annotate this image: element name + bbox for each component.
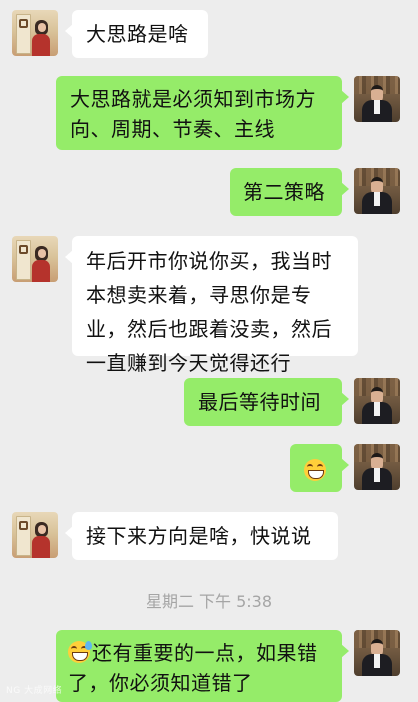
message-bubble[interactable]: 还有重要的一点，如果错了，你必须知道错了 [56, 630, 349, 702]
self-avatar[interactable] [354, 378, 400, 424]
message-text: 最后等待时间 [198, 390, 321, 414]
contact-avatar[interactable] [12, 10, 58, 56]
message-bubble[interactable]: 接下来方向是啥，快说说 [65, 512, 338, 560]
self-avatar[interactable] [354, 630, 400, 676]
message-bubble[interactable] [290, 444, 349, 492]
message-bubble[interactable]: 最后等待时间 [184, 378, 349, 426]
message-text: 第二策略 [243, 180, 325, 204]
message-bubble[interactable]: 年后开市你说你买，我当时本想卖来着，寻思你是专业，然后也跟着没卖，然后一直赚到今… [65, 236, 358, 375]
self-avatar[interactable] [354, 168, 400, 214]
contact-avatar[interactable] [12, 236, 58, 282]
watermark: NG 大成网络 [6, 686, 63, 696]
message-text: 年后开市你说你买，我当时本想卖来着，寻思你是专业，然后也跟着没卖，然后一直赚到今… [86, 249, 332, 375]
sweat-smile-emoji [68, 641, 92, 663]
contact-avatar[interactable] [12, 512, 58, 558]
message-text: 大思路就是必须知到市场方向、周期、节奏、主线 [70, 87, 316, 141]
chat-timestamp: 星期二 下午 5:38 [145, 592, 273, 611]
self-avatar[interactable] [354, 444, 400, 490]
message-text: 还有重要的一点，如果错了，你必须知道错了 [68, 641, 318, 695]
grinning-face-emoji [304, 459, 326, 481]
self-avatar[interactable] [354, 76, 400, 122]
message-bubble[interactable]: 大思路是啥 [65, 10, 208, 58]
message-bubble[interactable]: 大思路就是必须知到市场方向、周期、节奏、主线 [56, 76, 349, 150]
message-bubble[interactable]: 第二策略 [230, 168, 349, 216]
message-text: 接下来方向是啥，快说说 [86, 524, 312, 548]
message-text: 大思路是啥 [86, 22, 189, 46]
